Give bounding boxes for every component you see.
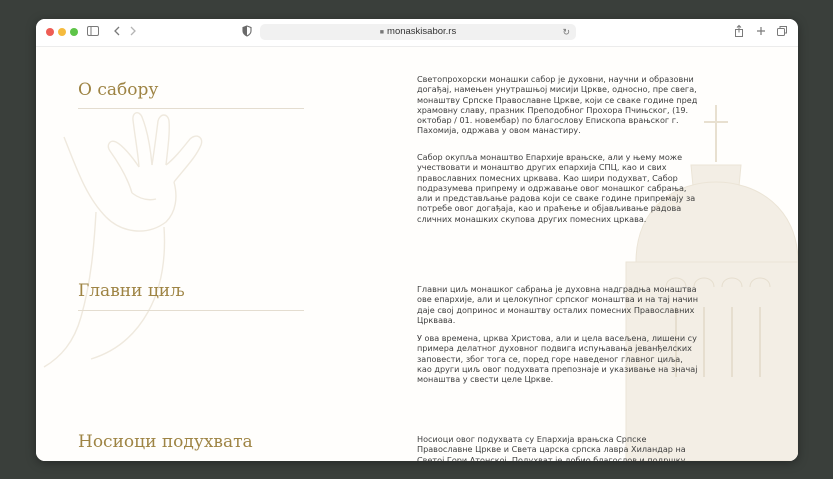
lock-icon: ■ (379, 29, 385, 36)
sidebar-icon[interactable] (86, 24, 100, 42)
section-title-main-goal: Главни циљ (78, 281, 185, 301)
goal-paragraph-1: Главни циљ монашког сабрања је духовна н… (417, 284, 698, 325)
minimize-window-button[interactable] (58, 28, 66, 36)
section-title-about: О сабору (78, 80, 159, 100)
section-divider (78, 108, 304, 109)
browser-window: ■ monaskisabor.rs ↻ О сабору Светопрохор… (36, 19, 798, 461)
organizers-paragraph-1: Носиоци овог подухвата су Епархија врањс… (417, 434, 686, 461)
tabs-icon[interactable] (776, 24, 788, 42)
shield-icon[interactable] (241, 24, 253, 42)
browser-toolbar: ■ monaskisabor.rs ↻ (36, 19, 798, 47)
page-content: О сабору Светопрохорски монашки сабор је… (36, 47, 798, 461)
url-text: monaskisabor.rs (387, 26, 457, 37)
section-divider (78, 310, 304, 311)
address-bar[interactable]: ■ monaskisabor.rs ↻ (260, 24, 576, 40)
reload-icon[interactable]: ↻ (562, 24, 570, 40)
close-window-button[interactable] (46, 28, 54, 36)
section-title-organizers: Носиоци подухвата (78, 432, 253, 452)
back-icon[interactable] (112, 24, 122, 42)
goal-paragraph-2: У ова времена, црква Христова, али и цел… (417, 333, 698, 385)
about-paragraph-1: Светопрохорски монашки сабор је духовни,… (417, 74, 698, 136)
forward-icon[interactable] (128, 24, 138, 42)
zoom-window-button[interactable] (70, 28, 78, 36)
share-icon[interactable] (733, 24, 745, 42)
blessing-hand-icon (43, 112, 203, 368)
new-tab-icon[interactable] (755, 24, 767, 42)
about-paragraph-2: Сабор окупља монаштво Епархије врањске, … (417, 152, 696, 224)
